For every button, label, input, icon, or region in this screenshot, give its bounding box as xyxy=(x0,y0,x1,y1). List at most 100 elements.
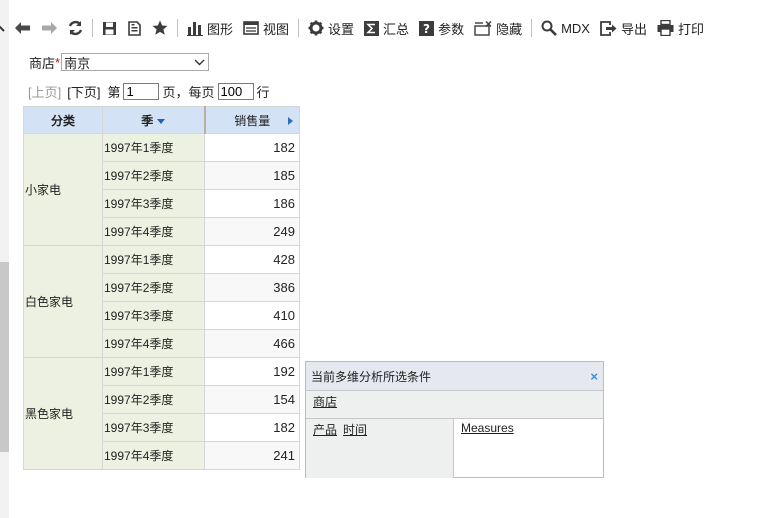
season-cell[interactable]: 1997年4季度 xyxy=(102,329,205,358)
params-label: 参数 xyxy=(438,21,465,37)
search-icon xyxy=(541,20,558,36)
refresh-button[interactable] xyxy=(63,16,88,40)
mdx-button[interactable]: MDX xyxy=(536,16,595,40)
pivot-table: 分类 季 销售量 小家电 1997年1季度 182 1997年2季度 185 1… xyxy=(23,106,300,470)
page-prefix: 第 xyxy=(107,84,121,100)
season-cell[interactable]: 1997年2季度 xyxy=(102,385,205,414)
selected-conditions-panel: 当前多维分析所选条件 × 商店 产品 时间 Measures xyxy=(305,361,604,478)
page-suffix: 页，每页 xyxy=(162,84,215,100)
sigma-icon xyxy=(364,20,380,36)
dimension-link-measures[interactable]: Measures xyxy=(461,421,514,435)
value-cell: 182 xyxy=(204,413,300,442)
toolbar-separator xyxy=(177,19,178,37)
value-cell: 428 xyxy=(204,245,300,274)
next-page-link[interactable]: [下页] xyxy=(67,82,100,101)
value-cell: 185 xyxy=(204,161,300,190)
bar-chart-icon xyxy=(187,21,203,36)
refresh-icon xyxy=(68,20,83,36)
table-row: 白色家电 1997年1季度 428 xyxy=(23,245,300,358)
question-icon: ? xyxy=(419,20,435,36)
star-icon xyxy=(152,20,168,35)
season-cell[interactable]: 1997年2季度 xyxy=(102,161,205,190)
season-cell[interactable]: 1997年1季度 xyxy=(102,133,205,162)
toolbar-separator xyxy=(298,19,300,37)
category-cell[interactable]: 小家电 xyxy=(23,133,103,246)
collapse-caret-icon[interactable] xyxy=(0,24,8,34)
season-cell[interactable]: 1997年2季度 xyxy=(102,273,205,302)
value-cell: 410 xyxy=(204,301,300,330)
save-button[interactable] xyxy=(97,16,122,40)
table-row: 小家电 1997年1季度 182 xyxy=(23,133,300,246)
rows-suffix: 行 xyxy=(256,84,270,100)
category-header[interactable]: 分类 xyxy=(23,106,103,134)
summary-button[interactable]: 汇总 xyxy=(359,16,414,40)
dimension-link-store[interactable]: 商店 xyxy=(313,393,337,410)
season-cell[interactable]: 1997年1季度 xyxy=(102,357,205,386)
hide-button[interactable]: 隐藏 xyxy=(469,16,527,40)
value-cell: 154 xyxy=(204,385,300,414)
page-size-input[interactable] xyxy=(217,82,254,100)
printer-icon xyxy=(657,20,674,36)
favorite-button[interactable] xyxy=(147,16,173,40)
dimension-link-time[interactable]: 时间 xyxy=(343,423,367,437)
conditions-header: 当前多维分析所选条件 × xyxy=(306,362,603,391)
sort-down-icon[interactable] xyxy=(157,118,166,124)
save-as-button[interactable] xyxy=(122,16,147,40)
dimension-link-product[interactable]: 产品 xyxy=(313,423,337,437)
store-filter-label: 商店 xyxy=(29,55,56,71)
value-cell: 466 xyxy=(204,329,300,358)
season-cell[interactable]: 1997年3季度 xyxy=(102,189,205,218)
export-icon xyxy=(600,20,617,36)
value-cell: 249 xyxy=(204,217,300,246)
value-cell: 182 xyxy=(204,133,300,162)
season-cell[interactable]: 1997年3季度 xyxy=(102,413,205,442)
season-cell[interactable]: 1997年4季度 xyxy=(102,441,205,470)
prev-page-link[interactable]: [上页] xyxy=(28,82,61,101)
settings-label: 设置 xyxy=(328,21,355,37)
export-label: 导出 xyxy=(620,21,647,37)
pager: [上页] [下页] 第 页，每页 行 xyxy=(28,82,273,100)
season-cell[interactable]: 1997年4季度 xyxy=(102,217,205,246)
category-cell[interactable]: 黑色家电 xyxy=(23,357,103,470)
summary-label: 汇总 xyxy=(383,21,410,37)
close-icon[interactable]: × xyxy=(590,369,598,384)
mdx-label: MDX xyxy=(561,20,590,36)
season-cell[interactable]: 1997年1季度 xyxy=(102,245,205,274)
season-cell[interactable]: 1997年3季度 xyxy=(102,301,205,330)
scrollbar-thumb[interactable] xyxy=(0,262,9,452)
value-cell: 186 xyxy=(204,189,300,218)
arrow-left-icon xyxy=(15,22,30,34)
expand-right-icon[interactable] xyxy=(288,117,293,125)
store-select[interactable]: 南京 xyxy=(61,53,210,71)
season-header[interactable]: 季 xyxy=(102,106,205,134)
forward-button[interactable] xyxy=(36,16,63,40)
view-label: 视图 xyxy=(263,21,290,37)
category-cell[interactable]: 白色家电 xyxy=(23,245,103,358)
svg-text:?: ? xyxy=(423,22,430,36)
axis-dimensions-zone: 产品 时间 Measures xyxy=(306,419,603,478)
export-button[interactable]: 导出 xyxy=(595,16,652,40)
view-button[interactable]: 视图 xyxy=(238,16,294,40)
gear-icon xyxy=(308,20,324,36)
settings-button[interactable]: 设置 xyxy=(303,16,359,40)
save-as-icon xyxy=(128,20,141,36)
chart-button[interactable]: 图形 xyxy=(182,16,238,40)
measure-header[interactable]: 销售量 xyxy=(203,106,300,134)
table-row: 黑色家电 1997年1季度 192 xyxy=(23,357,300,470)
print-label: 打印 xyxy=(678,21,705,37)
hide-icon xyxy=(474,20,492,36)
chart-label: 图形 xyxy=(207,21,234,37)
back-button[interactable] xyxy=(9,16,36,40)
measure-header-label: 销售量 xyxy=(234,113,271,128)
page-number-input[interactable] xyxy=(123,82,160,100)
left-scroll-strip xyxy=(0,0,9,518)
store-select-value: 南京 xyxy=(64,55,91,71)
value-cell: 241 xyxy=(204,441,300,470)
toolbar: 图形 视图 设置 汇总 ? 参数 隐藏 MDX 导出 打印 xyxy=(9,12,761,44)
toolbar-separator xyxy=(531,19,533,37)
print-button[interactable]: 打印 xyxy=(652,16,709,40)
chevron-down-icon xyxy=(194,59,205,65)
store-filter: 商店 * 南京 xyxy=(29,52,210,72)
params-button[interactable]: ? 参数 xyxy=(414,16,469,40)
value-cell: 386 xyxy=(204,273,300,302)
